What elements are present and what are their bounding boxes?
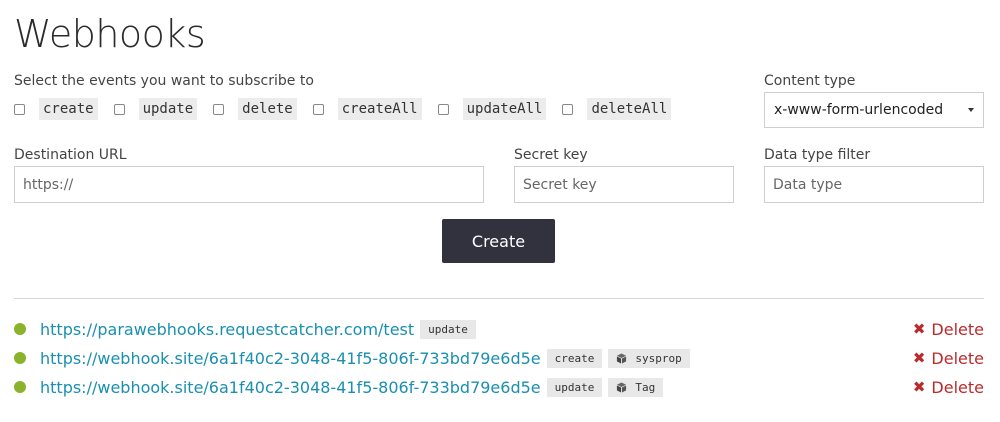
type-label: sysprop [635, 351, 682, 365]
events-label: Select the events you want to subscribe … [14, 73, 314, 89]
event-updateall[interactable]: updateAll [437, 98, 547, 120]
type-label: Tag [635, 380, 656, 394]
destination-url-label: Destination URL [14, 147, 127, 163]
secret-key-label: Secret key [514, 147, 588, 163]
page-title: Webhooks [14, 12, 206, 56]
delete-label: Delete [931, 348, 984, 368]
checkbox-createall[interactable] [312, 103, 324, 115]
caret-down-icon [968, 108, 974, 112]
delete-button[interactable]: ✖ Delete [913, 349, 984, 368]
delete-label: Delete [931, 319, 984, 339]
type-tag: sysprop [608, 348, 690, 368]
destination-url-input[interactable] [14, 166, 484, 203]
event-label-delete: delete [238, 98, 297, 120]
event-tag: update [420, 319, 476, 339]
webhook-url-link[interactable]: https://parawebhooks.requestcatcher.com/… [40, 320, 414, 339]
event-label-deleteall: deleteAll [587, 98, 672, 120]
event-delete[interactable]: delete [213, 98, 297, 120]
checkbox-create[interactable] [14, 103, 25, 115]
delete-label: Delete [931, 377, 984, 397]
checkbox-deleteall[interactable] [562, 103, 574, 115]
content-type-select[interactable]: x-www-form-urlencoded [764, 92, 984, 128]
data-type-filter-label: Data type filter [764, 147, 871, 163]
webhook-url-link[interactable]: https://webhook.site/6a1f40c2-3048-41f5-… [40, 349, 541, 368]
event-create[interactable]: create [14, 98, 98, 120]
delete-button[interactable]: ✖ Delete [913, 320, 984, 339]
status-dot [14, 381, 26, 393]
status-dot [14, 323, 26, 335]
type-tag: Tag [608, 377, 664, 397]
checkbox-update[interactable] [113, 103, 125, 115]
data-type-input[interactable] [764, 166, 984, 203]
webhook-url-link[interactable]: https://webhook.site/6a1f40c2-3048-41f5-… [40, 378, 541, 397]
event-label-update: update [138, 98, 198, 120]
event-tag: create [546, 348, 603, 368]
content-type-label: Content type [764, 73, 856, 89]
event-update[interactable]: update [113, 98, 198, 120]
cube-icon [616, 382, 627, 393]
content-type-value: x-www-form-urlencoded [774, 102, 944, 118]
event-tag: update [546, 377, 603, 397]
close-icon: ✖ [912, 349, 926, 367]
status-dot [14, 352, 26, 364]
divider [14, 298, 984, 299]
close-icon: ✖ [912, 378, 926, 396]
event-checkboxes: create update delete createAll updateAll… [14, 98, 687, 120]
close-icon: ✖ [912, 320, 926, 338]
checkbox-updateall[interactable] [437, 103, 449, 115]
webhook-row: https://parawebhooks.requestcatcher.com/… [14, 316, 984, 342]
event-label-create: create [39, 98, 98, 120]
checkbox-delete[interactable] [213, 103, 225, 115]
create-button[interactable]: Create [442, 219, 555, 263]
secret-key-input[interactable] [514, 166, 734, 203]
webhook-row: https://webhook.site/6a1f40c2-3048-41f5-… [14, 374, 984, 400]
event-deleteall[interactable]: deleteAll [562, 98, 672, 120]
event-createall[interactable]: createAll [312, 98, 422, 120]
delete-button[interactable]: ✖ Delete [913, 378, 984, 397]
event-label-createall: createAll [337, 98, 422, 120]
webhook-row: https://webhook.site/6a1f40c2-3048-41f5-… [14, 345, 984, 371]
cube-icon [616, 353, 627, 364]
event-label-updateall: updateAll [462, 98, 547, 120]
